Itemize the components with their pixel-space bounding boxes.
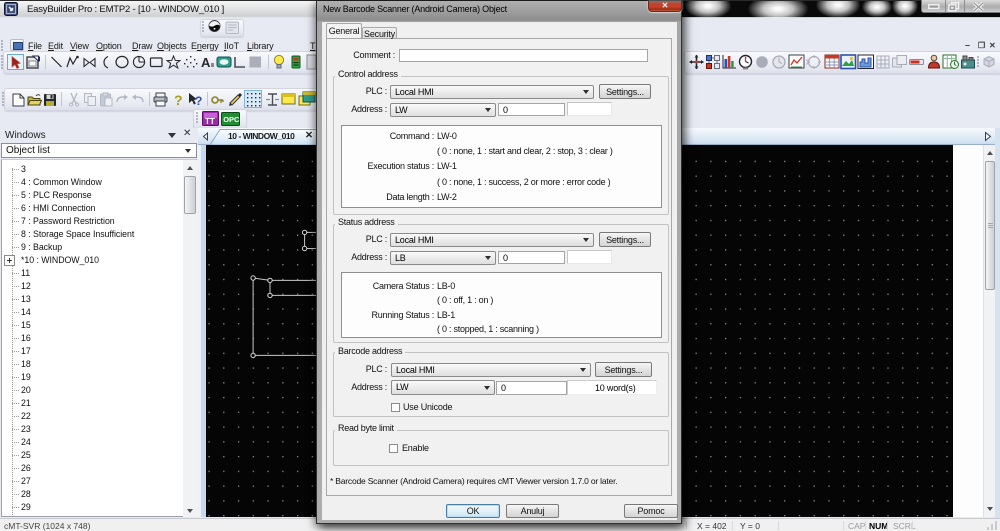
svg-text:A: A [201,55,211,70]
svg-text:?: ? [195,94,202,107]
svg-text:?: ? [174,92,183,107]
svg-text:TT: TT [205,117,215,126]
svg-text:OPC: OPC [223,115,240,124]
